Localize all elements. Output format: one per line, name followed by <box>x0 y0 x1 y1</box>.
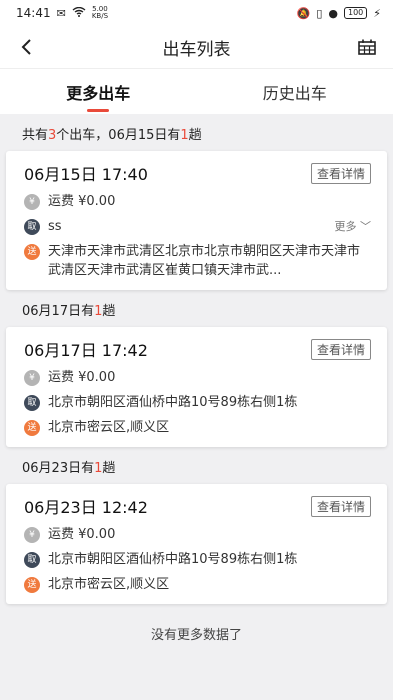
date-group-header: 06月23日有1趟 <box>22 461 116 476</box>
tab-bar: 更多出车 历史出车 <box>0 68 393 114</box>
yen-icon: ¥ <box>24 194 40 210</box>
view-details-button[interactable]: 查看详情 <box>310 496 371 517</box>
calendar-icon <box>358 39 376 55</box>
wifi-icon <box>72 6 86 19</box>
fee-row: ¥ 运费 ¥0.00 <box>24 525 369 544</box>
more-button[interactable]: 更多 ﹀ <box>335 217 372 236</box>
charging-icon: ⚡ <box>373 6 381 20</box>
no-more-data-text: 没有更多数据了 <box>150 628 242 643</box>
status-bar: 14:41 ✉ 5.00 KB/S 🔕 ▯ ● 100 ⚡ <box>0 0 393 26</box>
dropoff-text: 北京市密云区,顺义区 <box>48 577 170 592</box>
message-icon: ✉ <box>56 6 66 20</box>
fee-row: ¥ 运费 ¥0.00 <box>24 368 369 387</box>
pickup-text: 北京市朝阳区酒仙桥中路10号89栋右侧1栋 <box>48 395 298 410</box>
trip-card[interactable]: 06月23日 12:42 查看详情 ¥ 运费 ¥0.00 取 北京市朝阳区酒仙桥… <box>6 484 387 604</box>
dropoff-row: 送 北京市密云区,顺义区 <box>24 575 369 594</box>
pickup-row: 取 北京市朝阳区酒仙桥中路10号89栋右侧1栋 <box>24 393 369 412</box>
chevron-down-icon: ﹀ <box>360 220 371 233</box>
fee-text: 运费 ¥0.00 <box>48 527 116 542</box>
page-title: 出车列表 <box>162 39 231 60</box>
pickup-tag-icon: 取 <box>24 395 40 411</box>
mute-icon: 🔕 <box>296 6 311 20</box>
dropoff-tag-icon: 送 <box>24 577 40 593</box>
view-details-button[interactable]: 查看详情 <box>310 339 371 360</box>
back-button[interactable] <box>14 35 38 59</box>
location-icon: ● <box>328 6 338 20</box>
fee-row: ¥ 运费 ¥0.00 <box>24 192 369 211</box>
chevron-left-icon <box>21 39 31 55</box>
tab-history-trips[interactable]: 历史出车 <box>197 69 393 114</box>
summary-header: 共有3个出车，06月15日有1趟 <box>22 128 202 143</box>
dropoff-text: 天津市天津市武清区北京市北京市朝阳区天津市天津市武清区天津市武清区崔黄口镇天津市… <box>48 244 361 278</box>
pickup-text: ss <box>48 219 62 234</box>
app-header: 出车列表 <box>0 26 393 68</box>
tab-more-trips[interactable]: 更多出车 <box>0 69 197 114</box>
yen-icon: ¥ <box>24 370 40 386</box>
day-count: 1 <box>180 128 189 143</box>
dropoff-text: 北京市密云区,顺义区 <box>48 420 170 435</box>
trip-card[interactable]: 06月15日 17:40 查看详情 ¥ 运费 ¥0.00 取 ss 更多 ﹀ 送… <box>6 151 387 290</box>
status-time: 14:41 <box>16 6 51 20</box>
battery-icon: 100 <box>343 7 368 19</box>
vibrate-icon: ▯ <box>316 6 323 20</box>
fee-text: 运费 ¥0.00 <box>48 194 116 209</box>
calendar-button[interactable] <box>355 35 379 59</box>
yen-icon: ¥ <box>24 527 40 543</box>
pickup-text: 北京市朝阳区酒仙桥中路10号89栋右侧1栋 <box>48 552 298 567</box>
date-group-header: 06月17日有1趟 <box>22 304 116 319</box>
pickup-row: 取 ss 更多 ﹀ <box>24 217 372 236</box>
trip-card[interactable]: 06月17日 17:42 查看详情 ¥ 运费 ¥0.00 取 北京市朝阳区酒仙桥… <box>6 327 387 447</box>
pickup-row: 取 北京市朝阳区酒仙桥中路10号89栋右侧1栋 <box>24 550 369 569</box>
dropoff-tag-icon: 送 <box>24 244 40 260</box>
pickup-tag-icon: 取 <box>24 219 40 235</box>
dropoff-row: 送 天津市天津市武清区北京市北京市朝阳区天津市天津市武清区天津市武清区崔黄口镇天… <box>24 242 369 280</box>
net-speed: 5.00 KB/S <box>91 5 109 20</box>
fee-text: 运费 ¥0.00 <box>48 370 116 385</box>
view-details-button[interactable]: 查看详情 <box>310 163 371 184</box>
dropoff-row: 送 北京市密云区,顺义区 <box>24 418 369 437</box>
dropoff-tag-icon: 送 <box>24 420 40 436</box>
active-tab-indicator <box>87 109 110 112</box>
pickup-tag-icon: 取 <box>24 552 40 568</box>
